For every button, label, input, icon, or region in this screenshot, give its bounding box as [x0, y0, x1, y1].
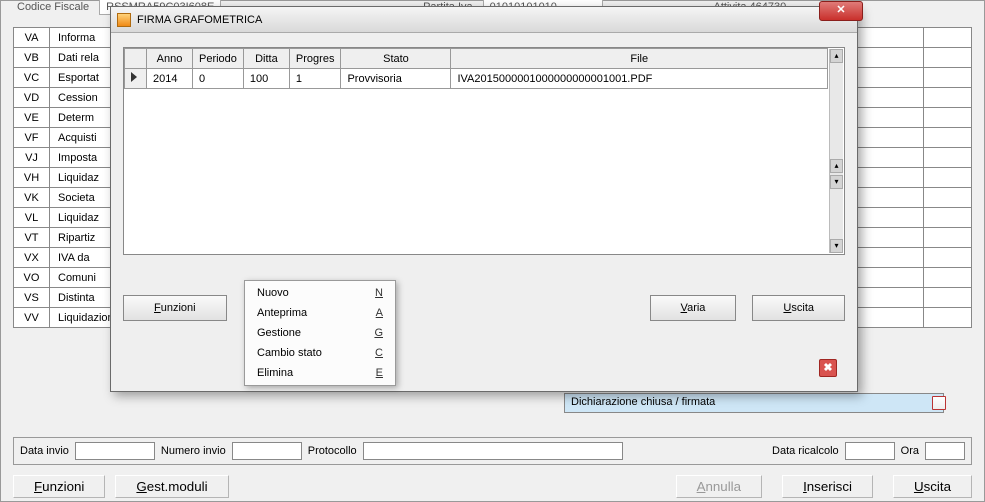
- menu-item-anteprima[interactable]: AnteprimaA: [247, 303, 393, 323]
- dialog-varia-button[interactable]: Varia: [650, 295, 737, 321]
- section-code: VT: [14, 228, 50, 248]
- dialog-close-button[interactable]: ✕: [819, 1, 863, 21]
- grid-header-stato: Stato: [341, 49, 451, 69]
- footer-buttons: Funzioni Gest.moduli Annulla Inserisci U…: [13, 471, 972, 501]
- menu-item-shortcut: A: [376, 307, 383, 319]
- menu-item-label: Anteprima: [257, 307, 376, 319]
- menu-item-label: Gestione: [257, 327, 374, 339]
- status-bar: Dichiarazione chiusa / firmata: [564, 393, 944, 413]
- document-status-icon: [932, 396, 946, 410]
- menu-item-gestione[interactable]: GestioneG: [247, 323, 393, 343]
- grid-data-row[interactable]: 2014 0 100 1 Provvisoria IVA201500000100…: [125, 69, 828, 89]
- section-code: VV: [14, 308, 50, 328]
- label-data-ricalcolo: Data ricalcolo: [772, 445, 839, 457]
- section-code: VL: [14, 208, 50, 228]
- input-data-invio[interactable]: [75, 442, 155, 460]
- footer-annulla-button[interactable]: Annulla: [676, 475, 762, 498]
- grid-cell-periodo: 0: [193, 69, 244, 89]
- section-code: VC: [14, 68, 50, 88]
- input-ora[interactable]: [925, 442, 965, 460]
- menu-item-shortcut: N: [375, 287, 383, 299]
- scroll-up-icon[interactable]: ▴: [830, 49, 843, 63]
- grid-header-anno: Anno: [147, 49, 193, 69]
- label-ora: Ora: [901, 445, 919, 457]
- grid-header-progres: Progres: [289, 49, 341, 69]
- section-code: VO: [14, 268, 50, 288]
- scroll-mid-up-icon[interactable]: ▴: [830, 159, 843, 173]
- dialog-funzioni-button[interactable]: Funzioni: [123, 295, 227, 321]
- grid-header-row: Anno Periodo Ditta Progres Stato File: [125, 49, 828, 69]
- section-code: VK: [14, 188, 50, 208]
- grid-cell-stato: Provvisoria: [341, 69, 451, 89]
- grid-header-periodo: Periodo: [193, 49, 244, 69]
- section-code: VJ: [14, 148, 50, 168]
- menu-item-shortcut: E: [376, 367, 383, 379]
- section-code: VX: [14, 248, 50, 268]
- section-code: VS: [14, 288, 50, 308]
- menu-item-nuovo[interactable]: NuovoN: [247, 283, 393, 303]
- footer-gest-moduli-button[interactable]: Gest.moduli: [115, 475, 228, 498]
- label-codice-fiscale: Codice Fiscale: [17, 1, 89, 13]
- menu-item-elimina[interactable]: EliminaE: [247, 363, 393, 383]
- grid-header-file: File: [451, 49, 828, 69]
- menu-item-cambio-stato[interactable]: Cambio statoC: [247, 343, 393, 363]
- section-code: VF: [14, 128, 50, 148]
- section-code: VA: [14, 28, 50, 48]
- dialog-titlebar: FIRMA GRAFOMETRICA: [111, 7, 857, 33]
- grid-cell-anno: 2014: [147, 69, 193, 89]
- firma-grafometrica-dialog: FIRMA GRAFOMETRICA ✕ Anno Periodo Ditta …: [110, 6, 858, 392]
- dialog-app-icon: [117, 13, 131, 27]
- dialog-title-text: FIRMA GRAFOMETRICA: [137, 14, 262, 26]
- section-code: VE: [14, 108, 50, 128]
- grid-cell-ditta: 100: [243, 69, 289, 89]
- section-code: VB: [14, 48, 50, 68]
- grid-row-pointer: [125, 69, 147, 89]
- input-data-ricalcolo[interactable]: [845, 442, 895, 460]
- section-code: VD: [14, 88, 50, 108]
- dialog-red-close-icon[interactable]: ✖: [819, 359, 837, 377]
- footer-funzioni-button[interactable]: Funzioni: [13, 475, 105, 498]
- menu-item-label: Nuovo: [257, 287, 375, 299]
- input-numero-invio[interactable]: [232, 442, 302, 460]
- grid-cell-progres: 1: [289, 69, 341, 89]
- bottom-fields-bar: Data invio Numero invio Protocollo Data …: [13, 437, 972, 465]
- grid-scrollbar[interactable]: ▴ ▴ ▾ ▾: [829, 49, 843, 253]
- footer-uscita-button[interactable]: Uscita: [893, 475, 972, 498]
- menu-item-shortcut: G: [374, 327, 383, 339]
- dialog-uscita-button[interactable]: Uscita: [752, 295, 845, 321]
- section-code: VH: [14, 168, 50, 188]
- grid-header-selector: [125, 49, 147, 69]
- context-menu: NuovoNAnteprimaAGestioneGCambio statoCEl…: [244, 280, 396, 386]
- dialog-grid: Anno Periodo Ditta Progres Stato File 20…: [123, 47, 845, 255]
- scroll-mid-down-icon[interactable]: ▾: [830, 175, 843, 189]
- grid-cell-file: IVA2015000001000000000001001.PDF: [451, 69, 828, 89]
- menu-item-label: Cambio stato: [257, 347, 375, 359]
- label-data-invio: Data invio: [20, 445, 69, 457]
- label-numero-invio: Numero invio: [161, 445, 226, 457]
- label-protocollo: Protocollo: [308, 445, 357, 457]
- grid-header-ditta: Ditta: [243, 49, 289, 69]
- menu-item-shortcut: C: [375, 347, 383, 359]
- menu-item-label: Elimina: [257, 367, 376, 379]
- footer-inserisci-button[interactable]: Inserisci: [782, 475, 873, 498]
- input-protocollo[interactable]: [363, 442, 623, 460]
- scroll-down-icon[interactable]: ▾: [830, 239, 843, 253]
